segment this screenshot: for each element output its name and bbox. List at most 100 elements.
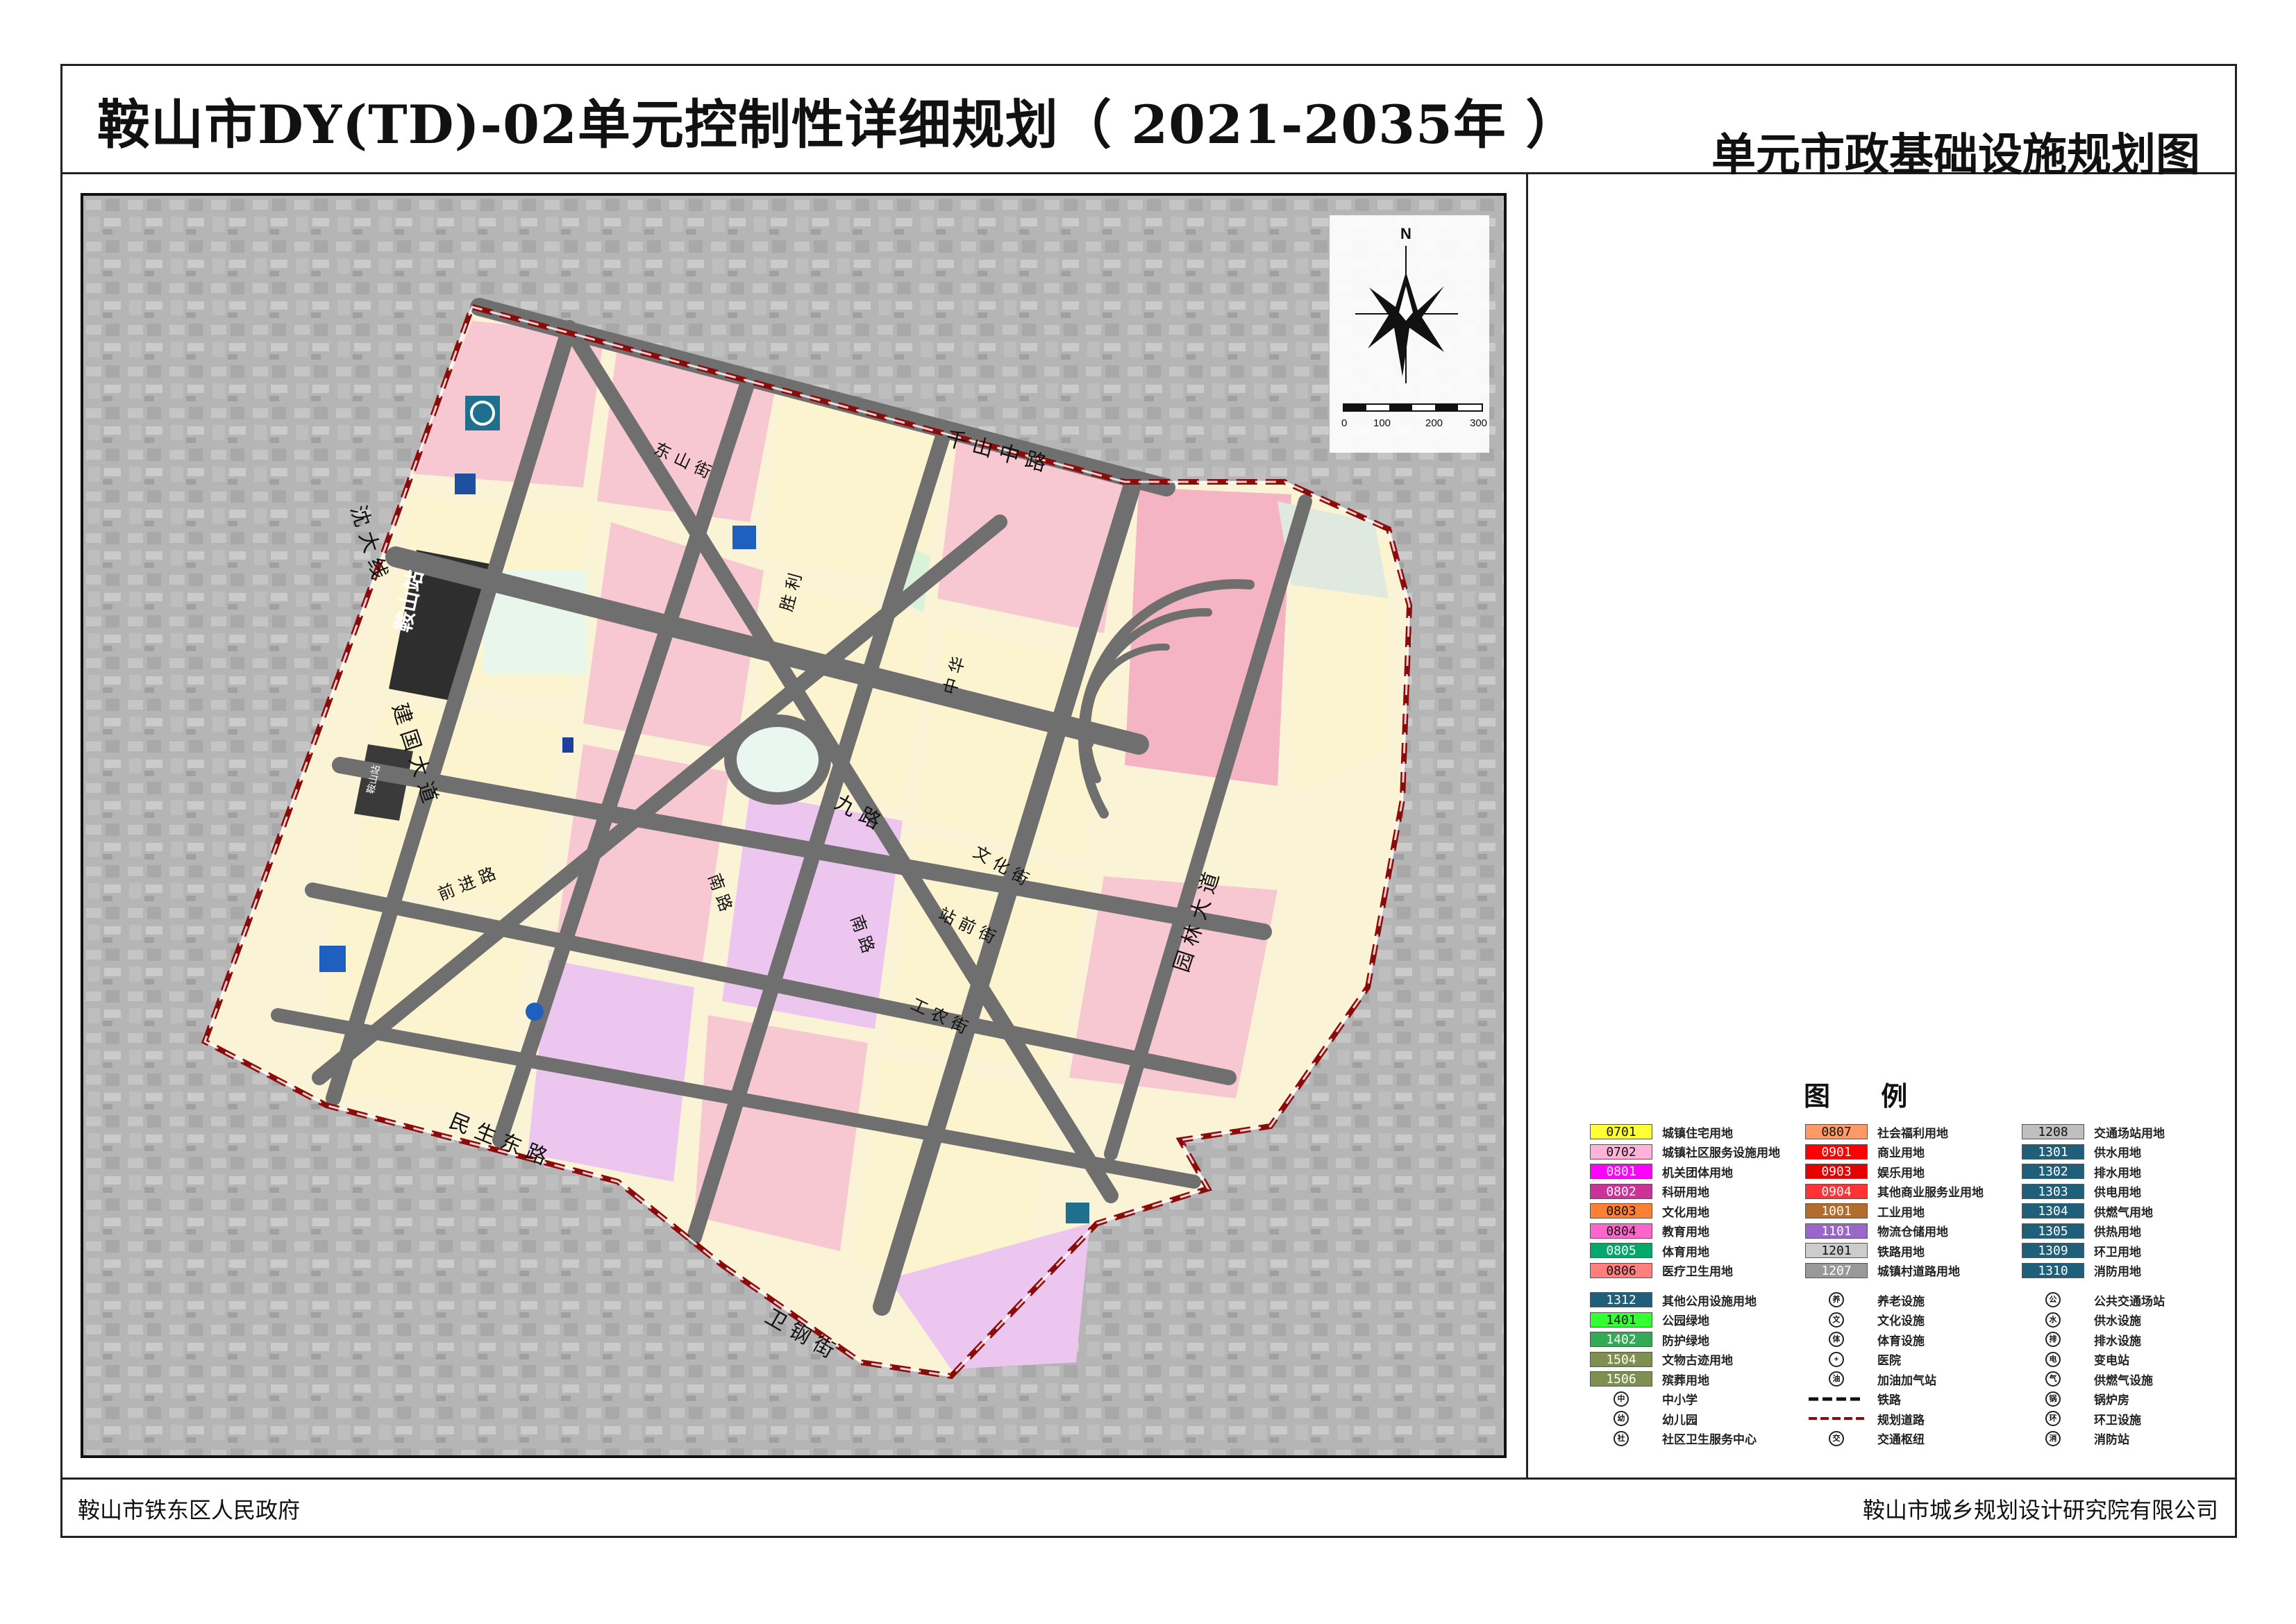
facility-symbol-icon: 排: [2022, 1332, 2084, 1347]
legend-item: 文文化设施: [1805, 1312, 1925, 1328]
legend-item: 0806 医疗卫生用地: [1590, 1262, 1733, 1279]
facility-symbol-icon: 油: [1805, 1371, 1868, 1387]
legend-swatch: 0807: [1805, 1124, 1868, 1139]
footer-divider: [60, 1477, 2237, 1480]
facility-symbol-icon: 电: [2022, 1351, 2084, 1367]
legend-item: 0802 科研用地: [1590, 1183, 1709, 1200]
legend-item: 铁路: [1805, 1391, 1901, 1407]
legend-label: 变电站: [2094, 1354, 2129, 1367]
facility-symbol-icon: 交: [1805, 1430, 1868, 1446]
legend-label: 消防用地: [2094, 1265, 2141, 1278]
legend-label: 公共交通场站: [2094, 1294, 2165, 1308]
legend-label: 环卫设施: [2094, 1413, 2141, 1427]
legend-label: 教育用地: [1662, 1225, 1709, 1239]
legend-label: 规划道路: [1877, 1413, 1925, 1427]
legend-item: 0803 文化用地: [1590, 1203, 1709, 1219]
legend-item: 1309 环卫用地: [2022, 1242, 2141, 1259]
legend-label: 锅炉房: [2094, 1393, 2129, 1407]
legend-label: 消防站: [2094, 1433, 2129, 1446]
legend-label: 供燃气设施: [2094, 1373, 2153, 1387]
scale-tick: 100: [1373, 417, 1391, 429]
legend-label: 幼儿园: [1662, 1413, 1698, 1427]
legend-item: 排排水设施: [2022, 1331, 2141, 1348]
legend-label: 社区卫生服务中心: [1662, 1433, 1757, 1446]
legend-item: 0804 教育用地: [1590, 1223, 1709, 1239]
facility-symbol-icon: 体: [1805, 1332, 1868, 1347]
legend-item: 1304 供燃气用地: [2022, 1203, 2153, 1219]
legend-swatch: 0901: [1805, 1144, 1868, 1160]
legend-item: 0701 城镇住宅用地: [1590, 1123, 1733, 1140]
legend-swatch: 1303: [2022, 1183, 2084, 1199]
legend-item: 0805 体育用地: [1590, 1242, 1709, 1259]
legend-item: 1504 文物古迹用地: [1590, 1351, 1733, 1368]
legend-swatch: 1207: [1805, 1262, 1868, 1278]
bus-station-icon: [732, 526, 756, 549]
map-panel[interactable]: 鞍山站 鞍山站 千 山 中 路 沈 大 线 建 国 大 道 民 生 东 路 卫 …: [81, 193, 1507, 1458]
legend-item: 规划道路: [1805, 1410, 1925, 1427]
legend-item: 0801 机关团体用地: [1590, 1163, 1733, 1180]
legend-label: 环卫用地: [2094, 1245, 2141, 1259]
legend-swatch: 1402: [1590, 1332, 1652, 1347]
legend-item: 1302 排水用地: [2022, 1163, 2141, 1180]
legend-item: 0901 商业用地: [1805, 1144, 1925, 1160]
legend-label: 中小学: [1662, 1393, 1698, 1407]
legend-item: 1303 供电用地: [2022, 1183, 2141, 1200]
legend-swatch: 0903: [1805, 1164, 1868, 1179]
legend-item: 锅锅炉房: [2022, 1391, 2129, 1407]
legend-label: 体育用地: [1662, 1245, 1709, 1259]
facility-symbol-icon: 气: [2022, 1371, 2084, 1387]
legend-item: 气供燃气设施: [2022, 1371, 2153, 1387]
legend-swatch: 1310: [2022, 1262, 2084, 1278]
legend-swatch: 1208: [2022, 1124, 2084, 1139]
legend-label: 体育设施: [1877, 1334, 1925, 1348]
legend-item: 0903 娱乐用地: [1805, 1163, 1925, 1180]
substation-icon: [562, 737, 573, 753]
legend-swatch: 1001: [1805, 1203, 1868, 1219]
legend-label: 公园绿地: [1662, 1314, 1709, 1328]
map-canvas: 鞍山站 鞍山站 千 山 中 路 沈 大 线 建 国 大 道 民 生 东 路 卫 …: [83, 196, 1504, 1455]
legend-label: 供水设施: [2094, 1314, 2141, 1328]
facility-symbol-icon: 社: [1590, 1430, 1652, 1446]
legend-item: 油加油加气站: [1805, 1371, 1936, 1387]
legend-label: 加油加气站: [1877, 1373, 1936, 1387]
footer-left: 鞍山市铁东区人民政府: [78, 1497, 301, 1523]
legend-item: 1401 公园绿地: [1590, 1312, 1709, 1328]
legend-swatch: 0801: [1590, 1164, 1652, 1179]
legend-swatch: 1304: [2022, 1203, 2084, 1219]
legend-swatch: 0805: [1590, 1243, 1652, 1258]
legend-swatch: 1506: [1590, 1371, 1652, 1387]
legend-label: 城镇村道路用地: [1877, 1265, 1960, 1278]
legend-label: 医疗卫生用地: [1662, 1265, 1733, 1278]
legend-item: 0807 社会福利用地: [1805, 1123, 1948, 1140]
legend-label: 殡葬用地: [1662, 1373, 1709, 1387]
facility-symbol-icon: 水: [2022, 1312, 2084, 1328]
legend-label: 机关团体用地: [1662, 1166, 1733, 1180]
legend-label: 工业用地: [1877, 1205, 1925, 1219]
legend-item: 交交通枢纽: [1805, 1430, 1925, 1447]
legend-item: 公公共交通场站: [2022, 1291, 2165, 1308]
legend-item: 0702 城镇社区服务设施用地: [1590, 1144, 1780, 1160]
legend-item: 1312 其他公用设施用地: [1590, 1291, 1757, 1308]
legend-item: + 医院: [1805, 1351, 1901, 1368]
legend-label: 排水用地: [2094, 1166, 2141, 1180]
legend-swatch: 1401: [1590, 1312, 1652, 1328]
legend-label: 交通枢纽: [1877, 1433, 1925, 1446]
legend-item: 水供水设施: [2022, 1312, 2141, 1328]
planned-road-icon: [1805, 1411, 1868, 1426]
page-title: 鞍山市DY(TD)-02单元控制性详细规划（ 2021-2035年 ）: [97, 94, 1579, 156]
transit-hub-icon: [455, 474, 476, 494]
legend-label: 文化设施: [1877, 1314, 1925, 1328]
legend-label: 物流仓储用地: [1877, 1225, 1948, 1239]
legend-label: 其他公用设施用地: [1662, 1294, 1757, 1308]
legend-item: 1301 供水用地: [2022, 1144, 2141, 1160]
legend-swatch: 1305: [2022, 1223, 2084, 1239]
legend-label: 医院: [1877, 1354, 1901, 1367]
bus-station-icon-2: [319, 946, 346, 972]
legend-label: 排水设施: [2094, 1334, 2141, 1348]
legend-swatch: 0701: [1590, 1124, 1652, 1139]
legend-label: 商业用地: [1877, 1146, 1925, 1160]
facility-symbol-icon: 养: [1805, 1292, 1868, 1307]
legend-item: 1310 消防用地: [2022, 1262, 2141, 1279]
legend-item: 1208 交通场站用地: [2022, 1123, 2165, 1140]
legend-label: 防护绿地: [1662, 1334, 1709, 1348]
